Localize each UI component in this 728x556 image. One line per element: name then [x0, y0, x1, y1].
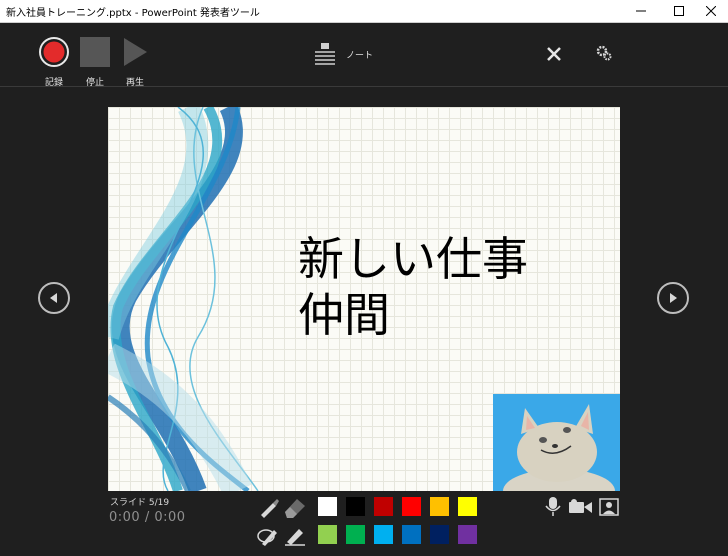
- previous-slide-button[interactable]: [38, 282, 70, 314]
- pen-tool-button[interactable]: [258, 496, 280, 522]
- maximize-icon: [674, 6, 684, 16]
- record-button[interactable]: 記録: [38, 36, 70, 88]
- highlighter-icon: [285, 529, 305, 546]
- minimize-icon: [636, 10, 646, 12]
- stop-button[interactable]: 停止: [80, 36, 110, 88]
- stop-icon: [80, 37, 110, 67]
- camera-image: [493, 394, 620, 491]
- close-icon: [547, 47, 561, 61]
- camera-button[interactable]: [569, 499, 593, 519]
- slide-title-line-2: 仲間: [298, 288, 390, 342]
- color-swatch-purple[interactable]: [457, 524, 478, 545]
- maximize-button[interactable]: [662, 0, 696, 22]
- record-icon: [39, 37, 69, 67]
- camera-icon: [569, 499, 592, 513]
- microphone-icon: [545, 497, 561, 516]
- lasso-icon: [257, 529, 277, 546]
- pen-icon: [261, 499, 279, 518]
- notes-icon: [315, 43, 335, 65]
- slide-counter: スライド 5/19: [110, 498, 170, 508]
- play-button[interactable]: 再生: [121, 36, 149, 88]
- eraser-icon: [285, 499, 305, 518]
- presenter-view-icon: [599, 498, 619, 516]
- color-swatch-green[interactable]: [345, 524, 366, 545]
- end-show-button[interactable]: [547, 46, 561, 65]
- settings-button[interactable]: [596, 45, 612, 65]
- window-close-button[interactable]: [694, 0, 728, 22]
- color-swatch-orange[interactable]: [429, 496, 450, 517]
- slide-title-line-1: 新しい仕事: [298, 232, 528, 286]
- eraser-tool-button[interactable]: [283, 496, 307, 522]
- slide-title: 新しい仕事 仲間: [298, 231, 528, 343]
- next-slide-button[interactable]: [657, 282, 689, 314]
- toolbar-divider: [0, 86, 728, 87]
- color-swatch-yellow[interactable]: [457, 496, 478, 517]
- presenter-view-button[interactable]: [599, 498, 619, 520]
- color-swatch-light-blue[interactable]: [373, 524, 394, 545]
- settings-icon: [596, 45, 612, 61]
- microphone-button[interactable]: [545, 497, 561, 521]
- title-bar: 新入社員トレーニング.pptx - PowerPoint 発表者ツール: [0, 0, 728, 23]
- window-close-icon: [706, 6, 716, 16]
- color-swatch-red[interactable]: [401, 496, 422, 517]
- color-swatch-dark-blue[interactable]: [429, 524, 450, 545]
- minimize-button[interactable]: [624, 0, 658, 22]
- prev-slide-icon: [50, 293, 57, 303]
- color-swatch-blue[interactable]: [401, 524, 422, 545]
- camera-feed: [493, 394, 620, 491]
- timer: 0:00 / 0:00: [109, 510, 186, 525]
- color-swatch-light-green[interactable]: [317, 524, 338, 545]
- notes-button[interactable]: ノート: [315, 43, 373, 65]
- window-title: 新入社員トレーニング.pptx - PowerPoint 発表者ツール: [6, 8, 260, 19]
- play-icon: [124, 38, 147, 66]
- color-swatch-white[interactable]: [317, 496, 338, 517]
- color-swatch-black[interactable]: [345, 496, 366, 517]
- lasso-tool-button[interactable]: [256, 524, 280, 550]
- highlighter-tool-button[interactable]: [283, 524, 307, 550]
- color-swatch-dark-red[interactable]: [373, 496, 394, 517]
- next-slide-icon: [670, 293, 677, 303]
- notes-label: ノート: [346, 50, 374, 61]
